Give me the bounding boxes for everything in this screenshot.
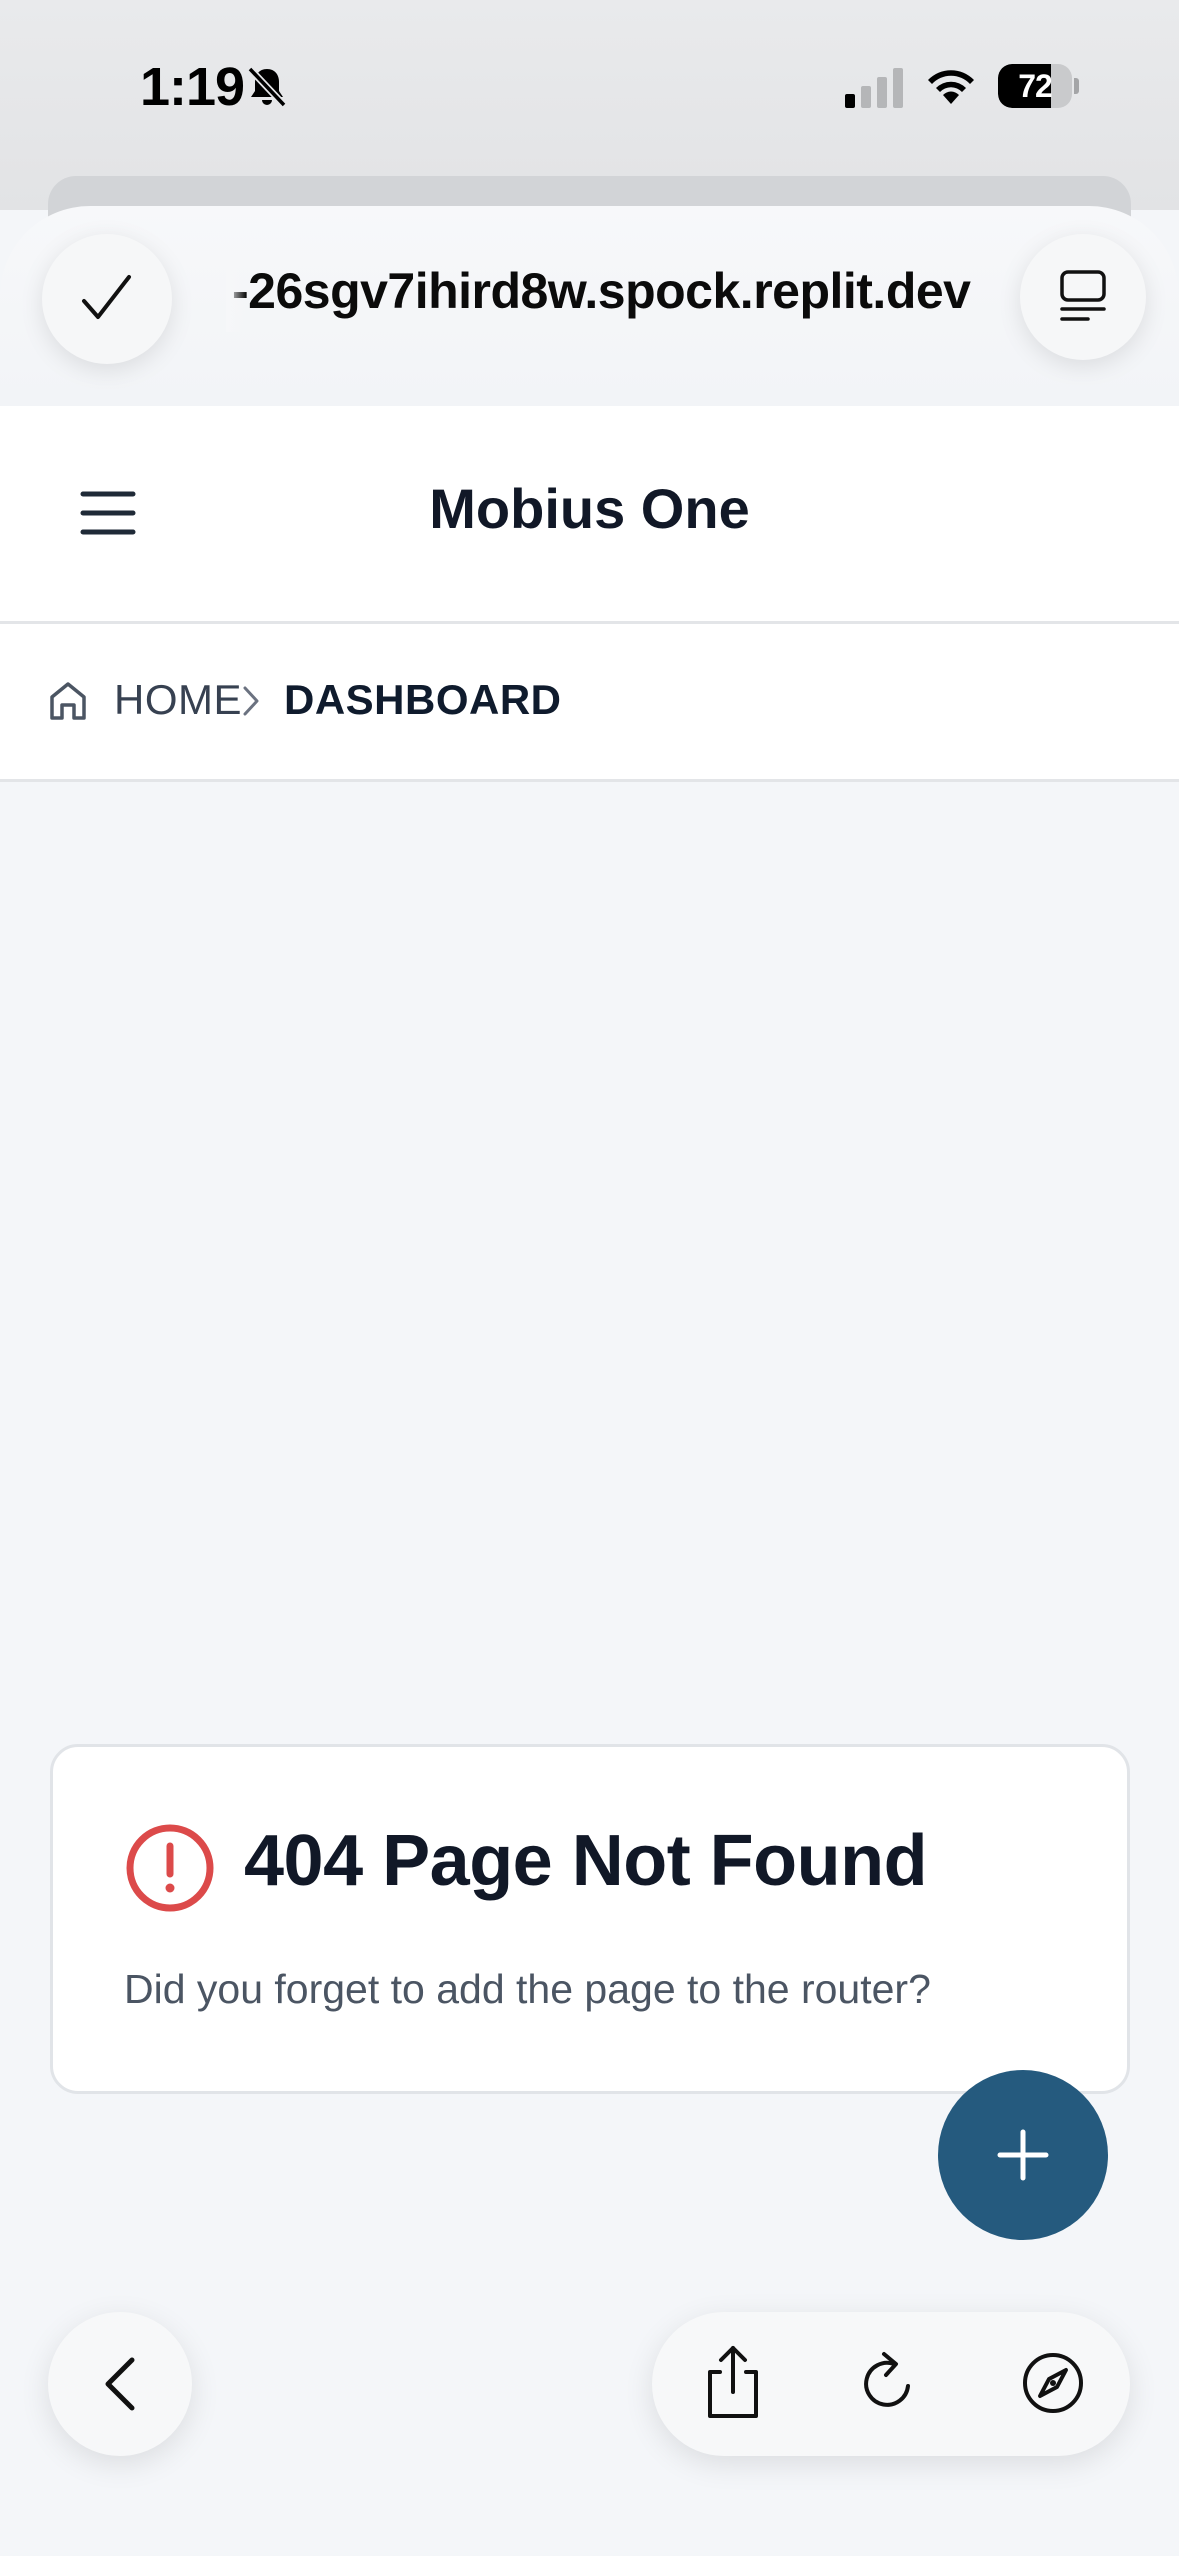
screen: 1:19 72 -26sgv7ihird8w.spock.replit.dev xyxy=(0,0,1179,2556)
add-button[interactable] xyxy=(938,2070,1108,2240)
browser-toolbar xyxy=(652,2312,1130,2456)
battery-percent: 72 xyxy=(1018,68,1053,104)
alert-circle-icon xyxy=(126,1824,214,1912)
error-message: Did you forget to add the page to the ro… xyxy=(124,1966,931,2012)
plus-icon xyxy=(997,2129,1049,2181)
tab-overview-button[interactable] xyxy=(1020,234,1146,360)
compass-icon[interactable] xyxy=(1018,2348,1088,2418)
status-time: 1:19 xyxy=(140,57,245,117)
error-title: 404 Page Not Found xyxy=(244,1821,928,1901)
breadcrumb-current: DASHBOARD xyxy=(284,676,562,723)
checkmark-icon xyxy=(82,275,131,319)
battery-icon: 72 xyxy=(998,64,1079,108)
back-chevron-icon xyxy=(105,2357,135,2411)
reload-icon[interactable] xyxy=(854,2348,924,2418)
breadcrumb-home-link[interactable]: HOME xyxy=(114,676,242,724)
tab-overview-icon xyxy=(1060,270,1106,321)
chevron-right-icon xyxy=(243,686,259,716)
back-button[interactable] xyxy=(48,2312,192,2456)
url-text[interactable]: -26sgv7ihird8w.spock.replit.dev xyxy=(232,262,1002,332)
page-title: Mobius One xyxy=(429,477,750,540)
done-button[interactable] xyxy=(42,234,172,364)
share-icon[interactable] xyxy=(698,2342,768,2422)
bell-slash-icon xyxy=(247,66,287,108)
error-card xyxy=(50,1744,1130,2094)
wifi-icon xyxy=(928,70,974,104)
cellular-signal-icon xyxy=(845,68,903,108)
home-icon[interactable] xyxy=(48,680,88,722)
